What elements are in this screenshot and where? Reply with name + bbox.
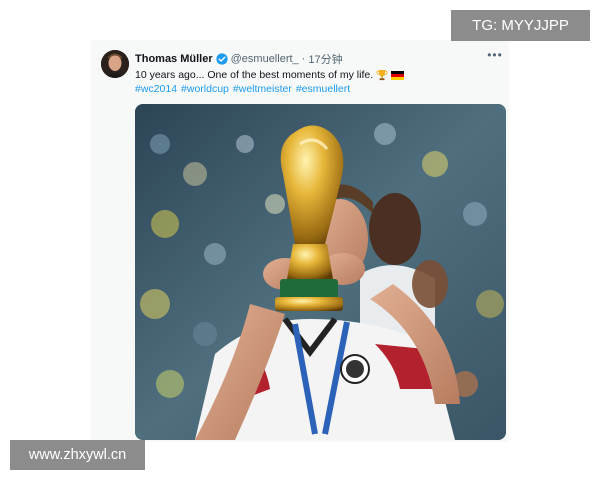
author-avatar[interactable]: [101, 50, 129, 78]
tweet-timestamp[interactable]: 17分钟: [308, 51, 342, 67]
hashtag-link[interactable]: #weltmeister: [233, 83, 292, 95]
hashtag-link[interactable]: #wc2014: [135, 83, 177, 95]
site-watermark: www.zhxywl.cn: [10, 440, 145, 470]
hashtag-list: #wc2014 #worldcup #weltmeister #esmuelle…: [135, 81, 350, 96]
tg-watermark: TG: MYYJJPP: [451, 10, 590, 41]
tweet-card[interactable]: Thomas Müller @esmuellert_ · 17分钟 ••• 10…: [91, 40, 509, 442]
meta-separator: ·: [301, 53, 306, 65]
verified-badge-icon: [216, 53, 228, 65]
trophy-emoji-icon: [376, 69, 388, 81]
tweet-text: 10 years ago... One of the best moments …: [135, 69, 374, 81]
hashtag-link[interactable]: #worldcup: [181, 83, 229, 95]
author-name[interactable]: Thomas Müller: [135, 53, 213, 65]
author-handle[interactable]: @esmuellert_: [231, 53, 299, 65]
hashtag-link[interactable]: #esmuellert: [296, 83, 350, 95]
tweet-media-image[interactable]: [135, 104, 506, 440]
germany-flag-icon: [391, 70, 405, 80]
more-horizontal-icon[interactable]: •••: [487, 48, 503, 62]
author-line: Thomas Müller @esmuellert_ · 17分钟: [135, 51, 343, 67]
trophy-kiss-photo: [135, 104, 506, 440]
